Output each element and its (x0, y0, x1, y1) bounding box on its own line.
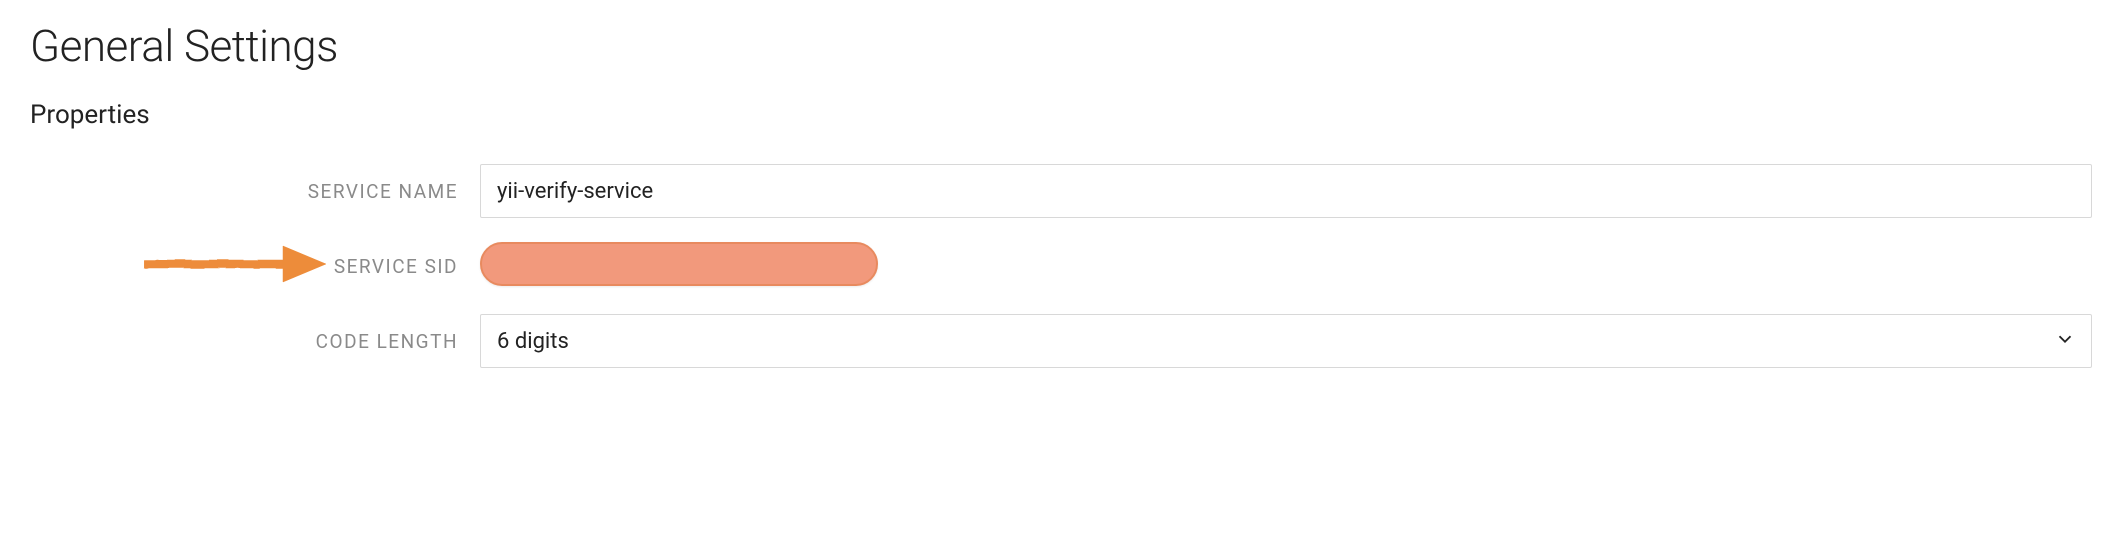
section-title: Properties (30, 100, 2092, 130)
service-name-input[interactable] (480, 164, 2092, 218)
code-length-label: CODE LENGTH (316, 330, 458, 353)
label-col: SERVICE SID (30, 255, 480, 278)
input-col (480, 242, 2092, 290)
input-col: 6 digits (480, 314, 2092, 368)
label-col: SERVICE NAME (30, 180, 480, 203)
code-length-select[interactable]: 6 digits (480, 314, 2092, 368)
row-service-sid: SERVICE SID (30, 242, 2092, 290)
code-length-select-wrapper: 6 digits (480, 314, 2092, 368)
service-sid-label: SERVICE SID (334, 255, 458, 278)
label-col: CODE LENGTH (30, 330, 480, 353)
row-code-length: CODE LENGTH 6 digits (30, 314, 2092, 368)
input-col (480, 164, 2092, 218)
service-sid-redacted (480, 242, 878, 286)
page-title: General Settings (30, 20, 2092, 72)
service-name-label: SERVICE NAME (308, 180, 458, 203)
row-service-name: SERVICE NAME (30, 164, 2092, 218)
